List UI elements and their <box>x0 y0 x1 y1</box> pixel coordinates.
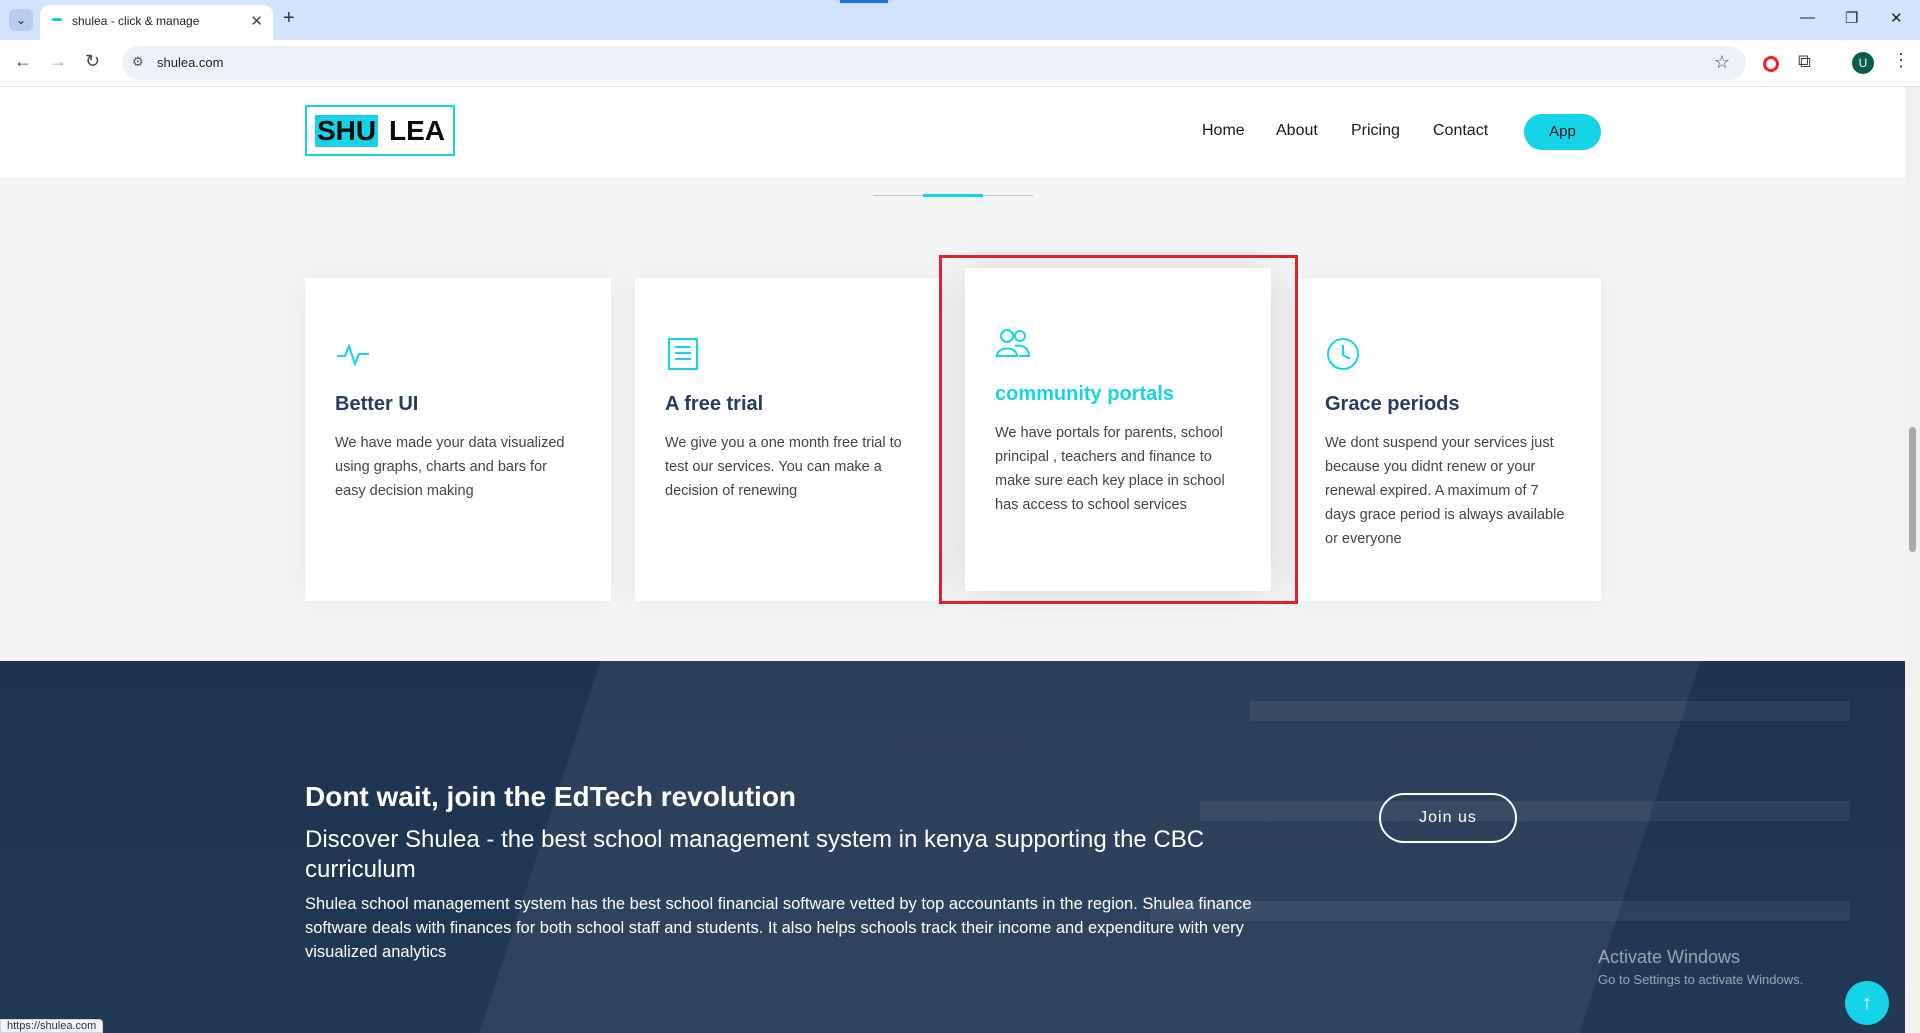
nav-about[interactable]: About <box>1276 122 1318 140</box>
forward-arrow-icon[interactable]: → <box>49 51 67 72</box>
bookmark-star-icon[interactable]: ☆ <box>1714 52 1730 73</box>
tab-title: shulea - click & manage <box>72 14 200 28</box>
tab-search-chevron-icon[interactable]: ⌄ <box>9 9 33 31</box>
logo-shu-text: SHU <box>315 115 379 147</box>
feature-card-free-trial: A free trial We give you a one month fre… <box>635 278 941 601</box>
nav-contact[interactable]: Contact <box>1433 122 1488 140</box>
site-header: SHU LEA Home About Pricing Contact App <box>0 87 1905 177</box>
loading-indicator <box>840 0 888 3</box>
profile-avatar[interactable]: U <box>1852 52 1874 74</box>
extensions-puzzle-icon[interactable]: ⧉ <box>1798 51 1811 72</box>
site-info-icon[interactable]: ⚙ <box>132 54 144 70</box>
close-tab-icon[interactable]: ✕ <box>250 12 263 30</box>
nav-pricing[interactable]: Pricing <box>1351 122 1400 140</box>
feature-card-grace-periods: Grace periods We dont suspend your servi… <box>1295 278 1601 601</box>
activity-icon <box>337 343 369 367</box>
receipt-icon <box>668 338 698 370</box>
back-arrow-icon[interactable]: ← <box>14 51 32 72</box>
feature-title: Grace periods <box>1325 393 1460 415</box>
building-floor <box>1200 801 1850 821</box>
minimize-icon[interactable]: — <box>1800 9 1815 26</box>
favicon-icon <box>52 18 62 21</box>
logo-lea-text: LEA <box>389 115 445 146</box>
address-bar[interactable]: ⚙ shulea.com ☆ <box>122 46 1746 80</box>
browser-tab[interactable]: shulea - click & manage ✕ <box>40 5 273 40</box>
site-logo[interactable]: SHU LEA <box>305 105 455 156</box>
feature-text: We dont suspend your services just becau… <box>1325 435 1565 547</box>
nav-home[interactable]: Home <box>1202 122 1245 140</box>
restore-icon[interactable]: ❐ <box>1845 9 1858 27</box>
browser-tab-bar: ⌄ shulea - click & manage ✕ + — ❐ ✕ <box>0 0 1920 40</box>
clock-icon <box>1327 338 1359 370</box>
url-text[interactable]: shulea.com <box>157 55 223 70</box>
page-scrollbar[interactable] <box>1905 87 1920 1033</box>
feature-text: We have made your data visualized using … <box>335 435 565 499</box>
reload-icon[interactable]: ↻ <box>85 51 100 72</box>
building-floor <box>1250 701 1850 721</box>
back-to-top-arrow-icon[interactable]: ↑ <box>1845 981 1889 1025</box>
status-bar-url: https://shulea.com <box>0 1019 104 1033</box>
highlight-box <box>939 255 1298 604</box>
new-tab-icon[interactable]: + <box>283 7 295 30</box>
section-divider-accent <box>923 194 983 197</box>
app-button[interactable]: App <box>1524 114 1601 150</box>
join-us-button[interactable]: Join us <box>1379 793 1517 843</box>
cta-subheading: Discover Shulea - the best school manage… <box>305 826 1205 883</box>
activate-windows-subtitle: Go to Settings to activate Windows. <box>1598 972 1804 987</box>
feature-title: A free trial <box>665 393 764 415</box>
opera-extension-icon[interactable] <box>1763 56 1779 72</box>
cta-heading: Dont wait, join the EdTech revolution <box>305 781 797 812</box>
activate-windows-title: Activate Windows <box>1598 947 1741 967</box>
feature-title: Better UI <box>335 393 419 415</box>
browser-menu-icon[interactable]: ⋮ <box>1892 50 1910 71</box>
feature-text: We give you a one month free trial to te… <box>665 435 902 499</box>
feature-card-better-ui: Better UI We have made your data visuali… <box>305 278 611 601</box>
browser-toolbar: ← → ↻ ⚙ shulea.com ☆ ⧉ U ⋮ <box>0 40 1920 87</box>
window-close-icon[interactable]: ✕ <box>1890 9 1903 27</box>
cta-paragraph: Shulea school management system has the … <box>305 895 1252 961</box>
scrollbar-thumb[interactable] <box>1909 427 1916 552</box>
